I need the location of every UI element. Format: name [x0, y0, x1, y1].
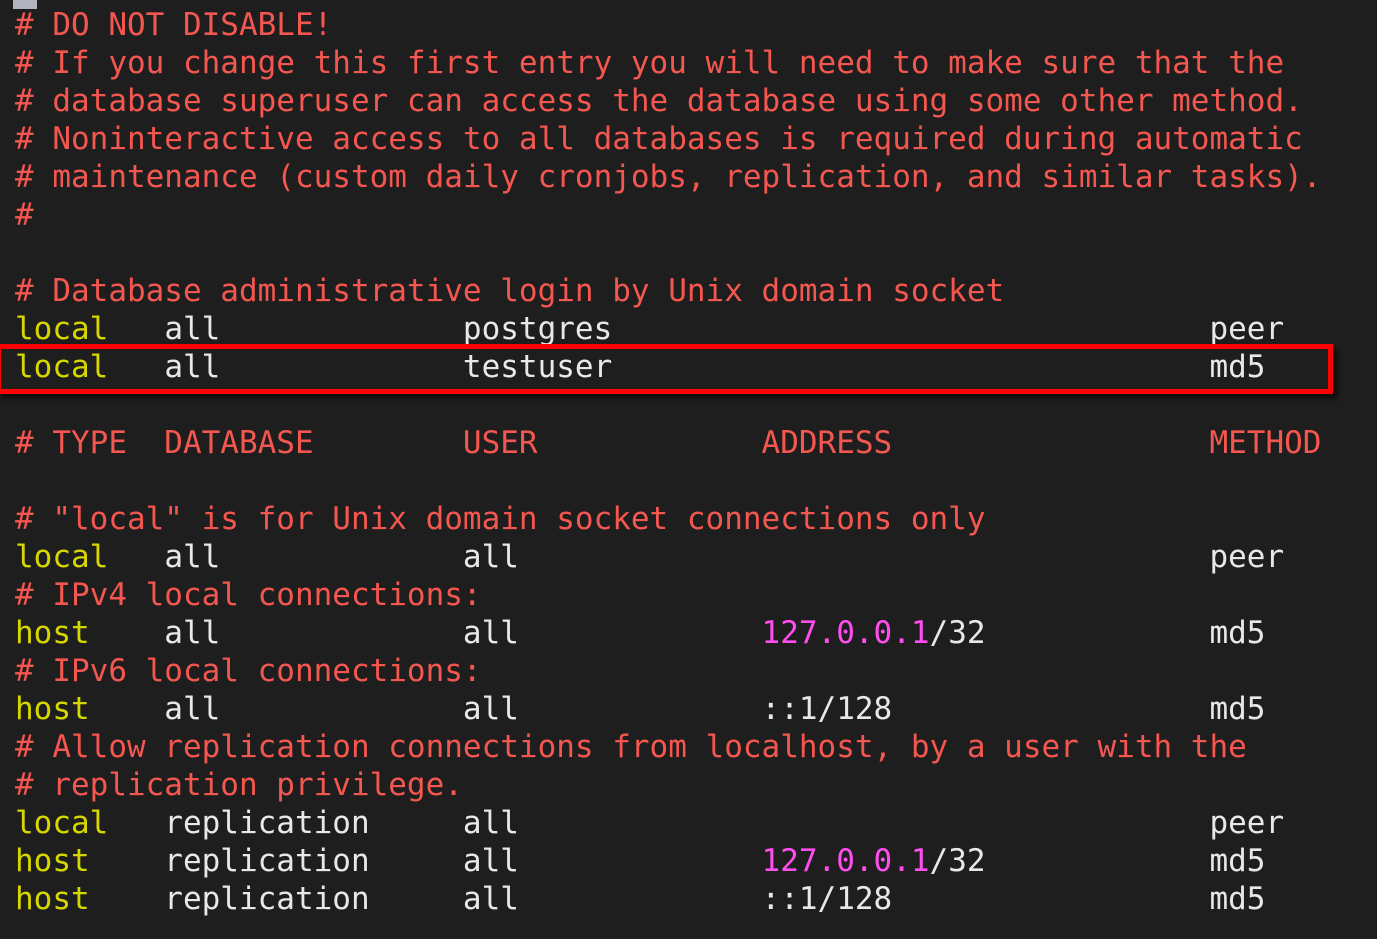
rule-local-all-postgres-seg-1: all postgres peer	[108, 311, 1285, 347]
blank-line-3[interactable]	[0, 462, 1377, 500]
rule-host-all-all-ipv6-seg-0: host	[15, 691, 90, 727]
rule-local-all-all-seg-1: all all peer	[108, 539, 1285, 575]
rule-host-replication-ipv6[interactable]: host replication all ::1/128 md5	[0, 880, 1377, 918]
rule-host-all-all-ipv6-seg-1: all all ::1/128 md5	[89, 691, 1266, 727]
comment-noninteractive[interactable]: # Noninteractive access to all databases…	[0, 120, 1377, 158]
rule-host-replication-ipv4-seg-3: /32 md5	[929, 843, 1266, 879]
comment-do-not-disable[interactable]: # DO NOT DISABLE!	[0, 6, 1377, 44]
rule-host-replication-ipv4-seg-2: 127.0.0.1	[761, 843, 930, 879]
comment-local-is-for-unix[interactable]: # "local" is for Unix domain socket conn…	[0, 500, 1377, 538]
blank-line-1-seg-0	[15, 235, 34, 271]
rule-local-all-all[interactable]: local all all peer	[0, 538, 1377, 576]
rule-local-all-postgres[interactable]: local all postgres peer	[0, 310, 1377, 348]
rule-host-all-all-ipv4-seg-1: all all	[89, 615, 762, 651]
comment-replication-priv[interactable]: # replication privilege.	[0, 766, 1377, 804]
rule-local-replication-all[interactable]: local replication all peer	[0, 804, 1377, 842]
blank-line-2-seg-0	[15, 387, 34, 423]
rule-local-all-testuser[interactable]: local all testuser md5	[0, 348, 1377, 386]
blank-line-2[interactable]	[0, 386, 1377, 424]
comment-replication-priv-seg-0: # replication privilege.	[15, 767, 463, 803]
comment-db-admin-login[interactable]: # Database administrative login by Unix …	[0, 272, 1377, 310]
rule-host-replication-ipv6-seg-0: host	[15, 881, 90, 917]
rule-local-replication-all-seg-0: local	[15, 805, 109, 841]
rule-host-all-all-ipv6[interactable]: host all all ::1/128 md5	[0, 690, 1377, 728]
comment-local-is-for-unix-seg-0: # "local" is for Unix domain socket conn…	[15, 501, 986, 537]
comment-hash-only-seg-0: #	[15, 197, 34, 233]
comment-if-you-change[interactable]: # If you change this first entry you wil…	[0, 44, 1377, 82]
rule-local-replication-all-seg-1: replication all peer	[108, 805, 1285, 841]
comment-column-header-seg-0: # TYPE DATABASE USER ADDRESS METHOD	[15, 425, 1322, 461]
comment-do-not-disable-seg-0: # DO NOT DISABLE!	[15, 7, 333, 43]
rule-host-all-all-ipv4-seg-2: 127.0.0.1	[761, 615, 930, 651]
comment-allow-replication-seg-0: # Allow replication connections from loc…	[15, 729, 1247, 765]
rule-host-all-all-ipv4-seg-0: host	[15, 615, 90, 651]
blank-line-3-seg-0	[15, 463, 34, 499]
terminal-screen: # DO NOT DISABLE! # If you change this fi…	[0, 0, 1377, 939]
comment-column-header[interactable]: # TYPE DATABASE USER ADDRESS METHOD	[0, 424, 1377, 462]
comment-maintenance[interactable]: # maintenance (custom daily cronjobs, re…	[0, 158, 1377, 196]
pg-hba-conf-text[interactable]: # DO NOT DISABLE! # If you change this fi…	[0, 0, 1377, 918]
rule-host-replication-ipv4-seg-1: replication all	[89, 843, 762, 879]
comment-database-superuser[interactable]: # database superuser can access the data…	[0, 82, 1377, 120]
rule-local-all-testuser-seg-0: local	[15, 349, 109, 385]
rule-host-replication-ipv4-seg-0: host	[15, 843, 90, 879]
comment-noninteractive-seg-0: # Noninteractive access to all databases…	[15, 121, 1303, 157]
comment-allow-replication[interactable]: # Allow replication connections from loc…	[0, 728, 1377, 766]
rule-host-replication-ipv6-seg-1: replication all ::1/128 md5	[89, 881, 1266, 917]
rule-local-all-testuser-seg-1: all testuser md5	[108, 349, 1266, 385]
comment-ipv6-local[interactable]: # IPv6 local connections:	[0, 652, 1377, 690]
rule-host-all-all-ipv4-seg-3: /32 md5	[929, 615, 1266, 651]
blank-line-1[interactable]	[0, 234, 1377, 272]
comment-db-admin-login-seg-0: # Database administrative login by Unix …	[15, 273, 1005, 309]
comment-ipv6-local-seg-0: # IPv6 local connections:	[15, 653, 482, 689]
rule-local-all-postgres-seg-0: local	[15, 311, 109, 347]
comment-ipv4-local-seg-0: # IPv4 local connections:	[15, 577, 482, 613]
comment-hash-only[interactable]: #	[0, 196, 1377, 234]
rule-host-replication-ipv4[interactable]: host replication all 127.0.0.1/32 md5	[0, 842, 1377, 880]
comment-database-superuser-seg-0: # database superuser can access the data…	[15, 83, 1303, 119]
comment-maintenance-seg-0: # maintenance (custom daily cronjobs, re…	[15, 159, 1322, 195]
comment-if-you-change-seg-0: # If you change this first entry you wil…	[15, 45, 1285, 81]
rule-local-all-all-seg-0: local	[15, 539, 109, 575]
comment-ipv4-local[interactable]: # IPv4 local connections:	[0, 576, 1377, 614]
rule-host-all-all-ipv4[interactable]: host all all 127.0.0.1/32 md5	[0, 614, 1377, 652]
